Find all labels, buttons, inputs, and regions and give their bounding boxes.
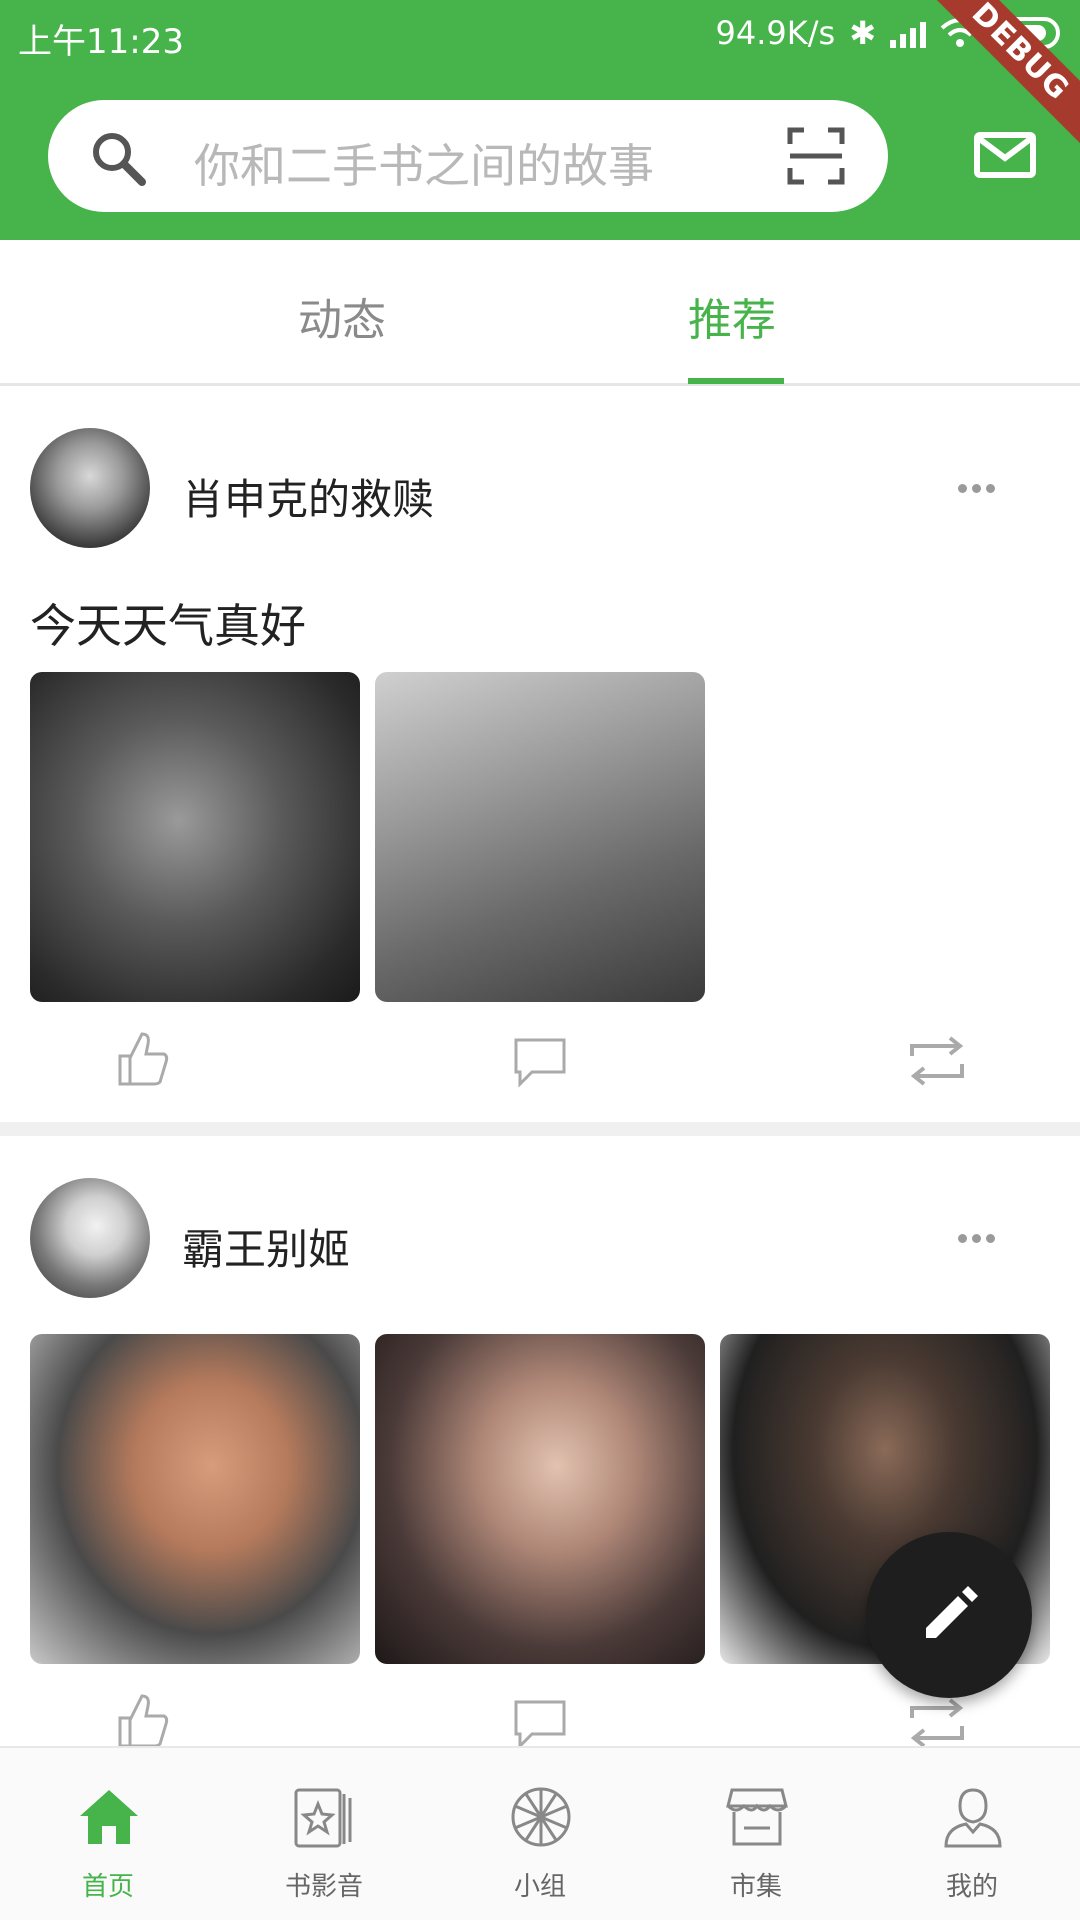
profile-icon [944, 1788, 1002, 1848]
nav-item-home[interactable]: 首页 [0, 1748, 216, 1920]
post-username[interactable]: 肖申克的救赎 [182, 466, 434, 527]
search-icon [88, 128, 148, 192]
nav-label: 书影音 [284, 1872, 363, 1902]
bluetooth-icon: ✱ [849, 14, 876, 52]
nav-item-books-films[interactable]: 书影音 [216, 1748, 432, 1920]
app-header: 上午11:23 94.9K/s ✱ DEBUG 你和二手书之间的故事 [0, 0, 1080, 240]
like-icon[interactable] [116, 1692, 170, 1754]
book-film-icon [294, 1788, 352, 1848]
search-input[interactable]: 你和二手书之间的故事 [194, 130, 654, 196]
comment-icon[interactable] [512, 1036, 568, 1092]
search-bar[interactable]: 你和二手书之间的故事 [48, 100, 888, 212]
post-photo[interactable] [30, 1334, 360, 1664]
nav-label: 小组 [513, 1872, 566, 1902]
tab-recommend[interactable]: 推荐 [688, 284, 776, 348]
more-icon[interactable] [958, 484, 995, 493]
bottom-navigation: 首页 书影音 小组 市集 我的 [0, 1746, 1080, 1920]
nav-item-groups[interactable]: 小组 [432, 1748, 648, 1920]
avatar[interactable] [30, 428, 150, 548]
group-icon [511, 1787, 571, 1847]
signal-icon [890, 18, 926, 48]
more-icon[interactable] [958, 1234, 995, 1243]
tab-dynamic[interactable]: 动态 [298, 284, 386, 348]
post-text: 今天天气真好 [30, 599, 306, 653]
market-icon [726, 1788, 788, 1846]
feed-tabs: 动态 推荐 [0, 240, 1080, 386]
compose-button[interactable] [866, 1532, 1032, 1698]
post-photo[interactable] [375, 672, 705, 1002]
pencil-icon [926, 1586, 978, 1638]
network-speed: 94.9K/s [715, 14, 836, 52]
nav-item-market[interactable]: 市集 [648, 1748, 864, 1920]
tab-indicator [688, 378, 784, 384]
mail-icon[interactable] [974, 132, 1036, 182]
nav-label: 我的 [945, 1872, 998, 1902]
scan-icon[interactable] [786, 126, 846, 190]
like-icon[interactable] [116, 1030, 170, 1092]
nav-item-profile[interactable]: 我的 [864, 1748, 1080, 1920]
home-icon [80, 1790, 138, 1844]
post-photo[interactable] [30, 672, 360, 1002]
status-time: 上午11:23 [18, 22, 184, 62]
post-divider [0, 1122, 1080, 1136]
nav-label: 首页 [81, 1872, 134, 1902]
avatar[interactable] [30, 1178, 150, 1298]
post-photo[interactable] [375, 1334, 705, 1664]
repost-icon[interactable] [904, 1034, 970, 1092]
post-username[interactable]: 霸王别姬 [182, 1216, 350, 1277]
app-screen: 上午11:23 94.9K/s ✱ DEBUG 你和二手书之间的故事 动态 推荐… [0, 0, 1080, 1920]
status-bar: 上午11:23 94.9K/s ✱ [0, 0, 1080, 74]
nav-label: 市集 [729, 1872, 782, 1902]
